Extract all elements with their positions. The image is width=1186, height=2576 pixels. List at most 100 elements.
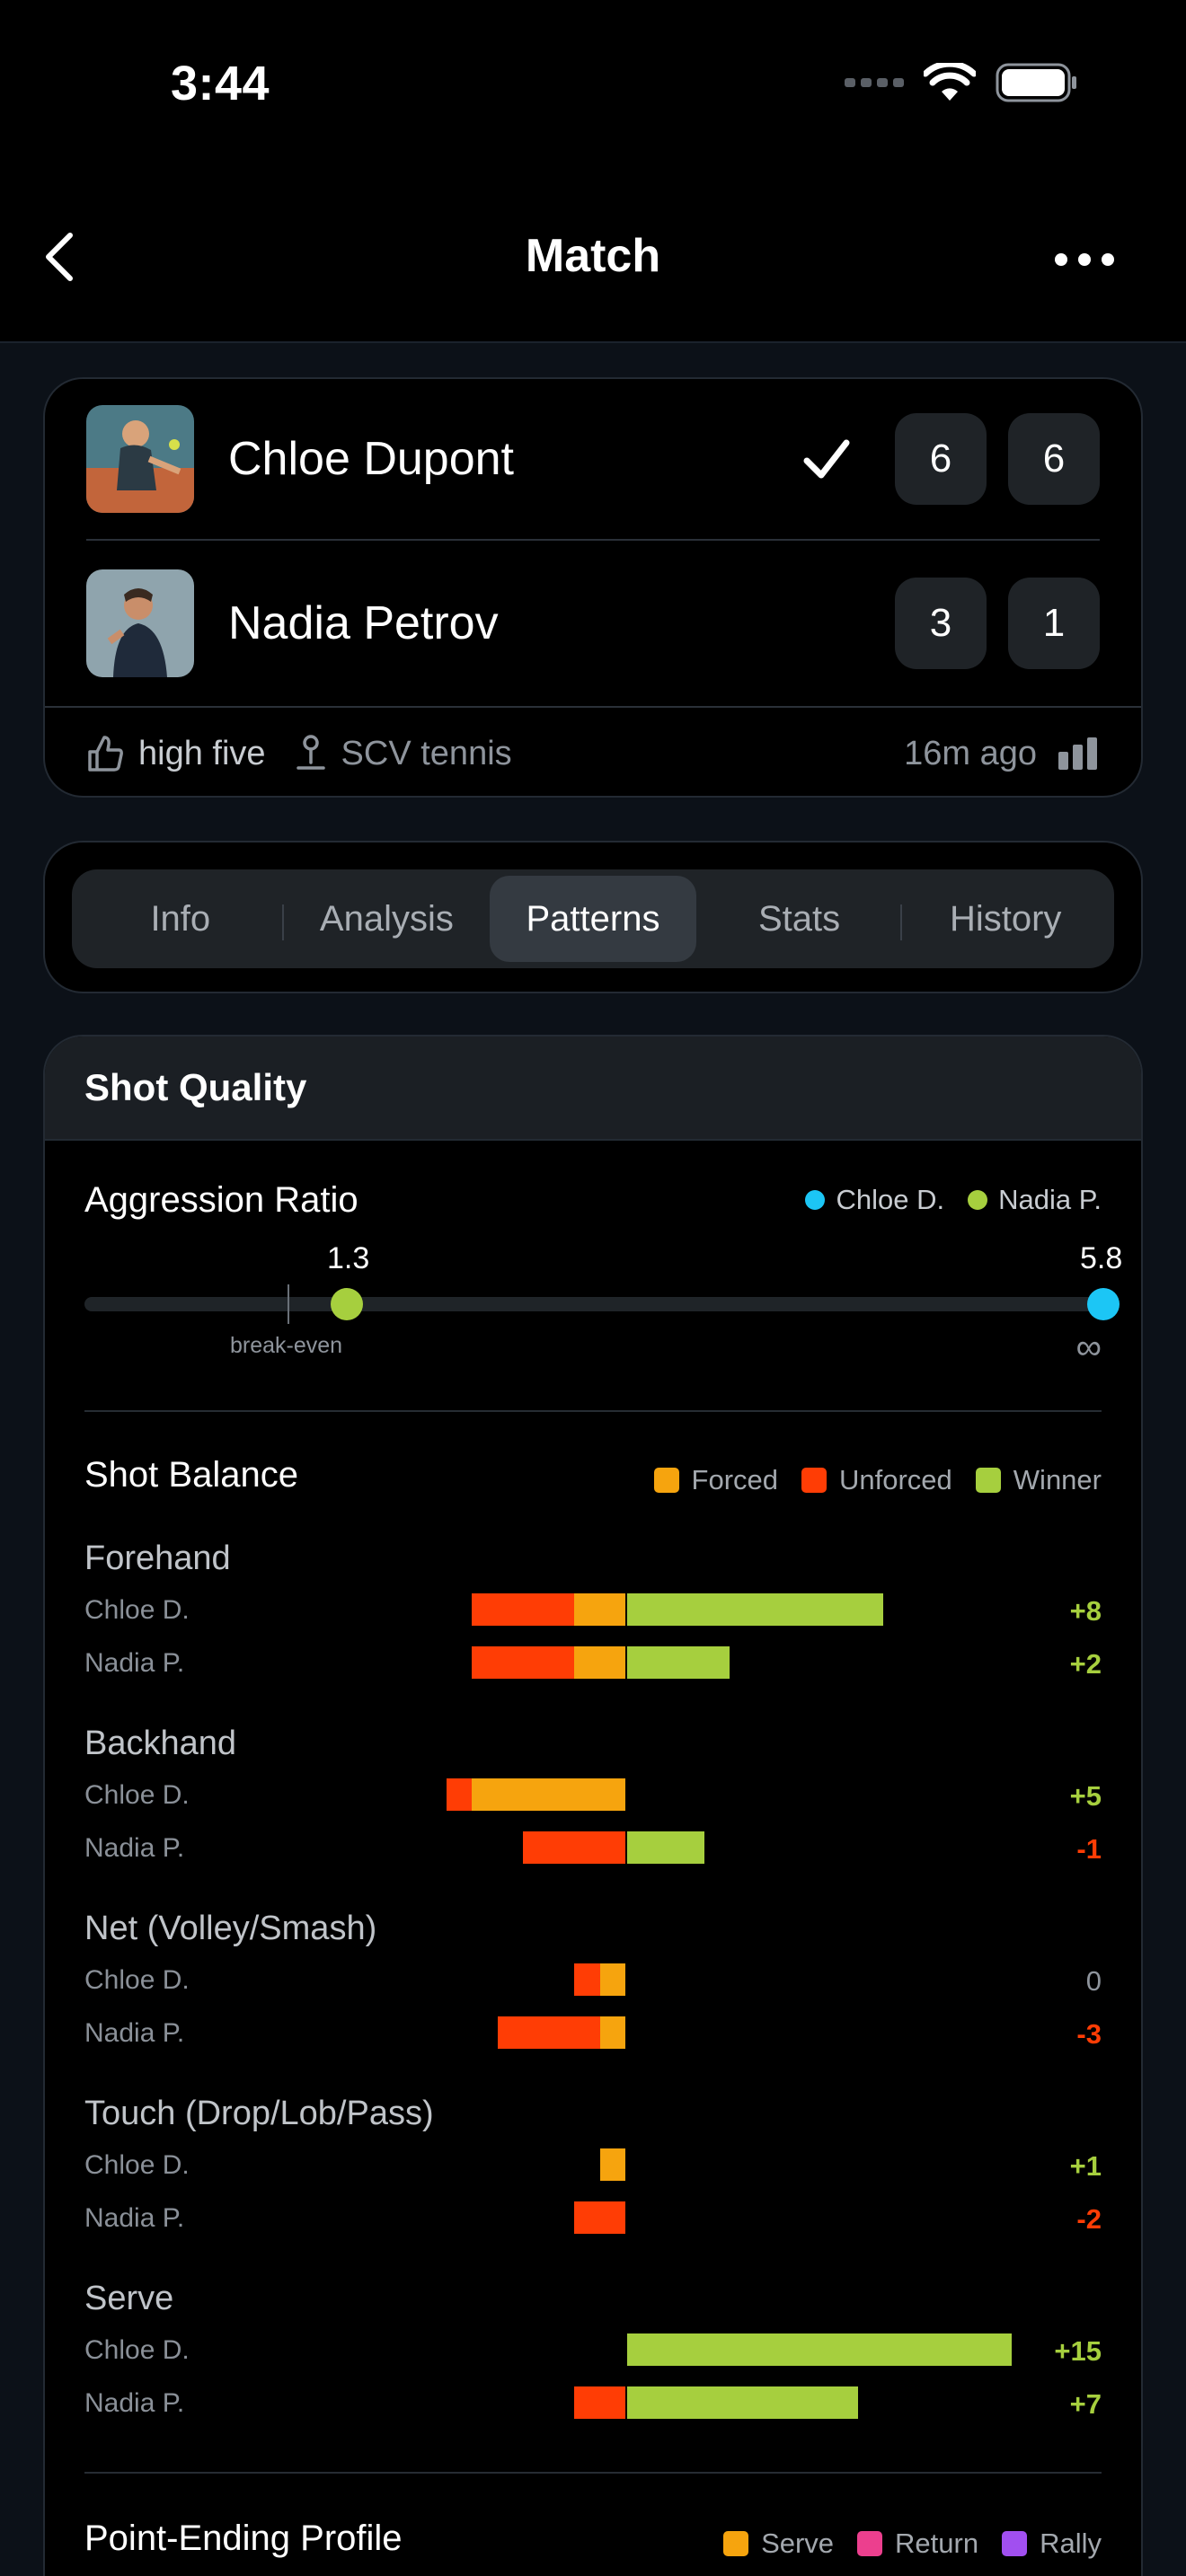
net-value: -3 <box>1076 2018 1102 2050</box>
bar-unforced <box>574 1963 600 1996</box>
bar-unforced <box>472 1593 574 1626</box>
tab-bar: Info Analysis Patterns Stats History <box>72 869 1114 968</box>
set-score: 3 <box>895 578 987 669</box>
bar-unforced <box>574 2201 625 2234</box>
nadia-aggression-value: 1.3 <box>327 1241 370 1275</box>
point-ending-legend: Serve Return Rally <box>700 2527 1102 2560</box>
tab-analysis[interactable]: Analysis <box>284 876 491 962</box>
player-label: Chloe D. <box>84 1595 190 1625</box>
reaction-label[interactable]: high five <box>138 735 266 773</box>
net-value: +8 <box>1069 1595 1102 1627</box>
net-value: +2 <box>1069 1648 1102 1680</box>
chloe-aggression-value: 5.8 <box>1080 1241 1123 1275</box>
player-label: Chloe D. <box>84 2150 190 2180</box>
bar-winner <box>627 1831 704 1864</box>
player-name: Chloe Dupont <box>228 433 514 485</box>
player-label: Nadia P. <box>84 2388 185 2418</box>
legend-swatch <box>653 1468 679 1493</box>
divider <box>84 2472 1102 2474</box>
legend-item: Chloe D. <box>805 1184 944 1216</box>
match-card[interactable]: Chloe Dupont 6 6 Nadia Petrov 3 1 high f… <box>43 377 1143 798</box>
legend-item: Serve <box>723 2527 834 2560</box>
wifi-icon <box>924 63 976 101</box>
net-value: +7 <box>1069 2388 1102 2420</box>
status-icons <box>845 63 1078 102</box>
legend-label: Nadia P. <box>998 1184 1102 1215</box>
legend-label: Rally <box>1040 2527 1102 2559</box>
player-label: Nadia P. <box>84 2018 185 2048</box>
bar-forced <box>574 1593 625 1626</box>
tab-patterns[interactable]: Patterns <box>490 876 696 962</box>
shot-category-title: Touch (Drop/Lob/Pass) <box>84 2095 434 2132</box>
bar-forced <box>574 1646 625 1679</box>
legend-label: Serve <box>761 2527 835 2559</box>
legend-item: Return <box>857 2527 978 2560</box>
bar-forced <box>472 1778 625 1811</box>
player-label: Chloe D. <box>84 1965 190 1995</box>
bar-forced <box>599 2016 625 2049</box>
aggression-title: Aggression Ratio <box>84 1180 358 1220</box>
bar-winner <box>627 2333 1012 2366</box>
match-footer: high five SCV tennis 16m ago <box>45 706 1141 799</box>
net-value: -1 <box>1076 1833 1102 1865</box>
legend-label: Chloe D. <box>836 1184 945 1215</box>
shot-category-title: Net (Volley/Smash) <box>84 1910 377 1947</box>
shot-category-title: Forehand <box>84 1539 231 1577</box>
club-name: SCV tennis <box>341 734 512 772</box>
legend-label: Winner <box>1013 1464 1102 1495</box>
tab-stats[interactable]: Stats <box>696 876 903 962</box>
shot-balance-legend: Forced Unforced Winner <box>631 1464 1102 1496</box>
cellular-signal-icon <box>845 78 904 87</box>
player-label: Nadia P. <box>84 1648 185 1678</box>
avatar <box>86 569 194 677</box>
legend-label: Forced <box>691 1464 778 1495</box>
battery-icon <box>996 63 1076 102</box>
net-value: -2 <box>1076 2203 1102 2235</box>
top-bar: 3:44 Match <box>0 0 1186 343</box>
tabs-card: Info Analysis Patterns Stats History <box>43 841 1143 993</box>
player-label: Nadia P. <box>84 1833 185 1863</box>
legend-label: Unforced <box>839 1464 952 1495</box>
aggression-legend: Chloe D. Nadia P. <box>782 1184 1102 1216</box>
break-even-label: break-even <box>230 1333 343 1358</box>
page-title: Match <box>525 230 661 282</box>
legend-item: Rally <box>1002 2527 1102 2560</box>
thumbs-up-icon[interactable] <box>86 734 126 773</box>
location-pin-icon <box>296 735 325 770</box>
legend-item: Winner <box>975 1464 1102 1496</box>
winner-check-icon <box>803 439 850 479</box>
aggression-track <box>84 1297 1102 1311</box>
set-score: 6 <box>1008 413 1100 505</box>
bar-unforced <box>472 1646 574 1679</box>
legend-dot <box>968 1190 988 1210</box>
section-header: Shot Quality <box>45 1037 1141 1141</box>
net-value: 0 <box>1085 1965 1102 1997</box>
bar-unforced <box>574 2386 625 2419</box>
bar-winner <box>627 2386 858 2419</box>
shot-quality-card: Shot Quality Aggression Ratio Chloe D. N… <box>43 1035 1143 2576</box>
shot-balance-title: Shot Balance <box>84 1455 298 1495</box>
stats-bars-icon[interactable] <box>1057 736 1100 772</box>
bar-winner <box>627 1593 883 1626</box>
status-time: 3:44 <box>171 57 270 110</box>
net-value: +15 <box>1054 2335 1102 2367</box>
more-options-icon[interactable] <box>1055 253 1114 266</box>
legend-swatch <box>801 1468 827 1493</box>
legend-label: Return <box>895 2527 979 2559</box>
tab-history[interactable]: History <box>902 876 1109 962</box>
infinity-label: ∞ <box>1075 1328 1102 1367</box>
shot-category-title: Serve <box>84 2280 174 2317</box>
bar-unforced <box>497 2016 600 2049</box>
net-value: +1 <box>1069 2150 1102 2182</box>
legend-item: Forced <box>653 1464 778 1496</box>
player-row-chloe: Chloe Dupont 6 6 <box>86 379 1100 541</box>
player-name: Nadia Petrov <box>228 597 499 649</box>
legend-item: Nadia P. <box>968 1184 1102 1216</box>
bar-unforced <box>446 1778 472 1811</box>
legend-swatch <box>723 2531 749 2556</box>
break-even-tick <box>288 1284 289 1324</box>
player-label: Chloe D. <box>84 2335 190 2365</box>
tab-info[interactable]: Info <box>77 876 284 962</box>
point-ending-title: Point-Ending Profile <box>84 2519 403 2558</box>
set-score: 6 <box>895 413 987 505</box>
